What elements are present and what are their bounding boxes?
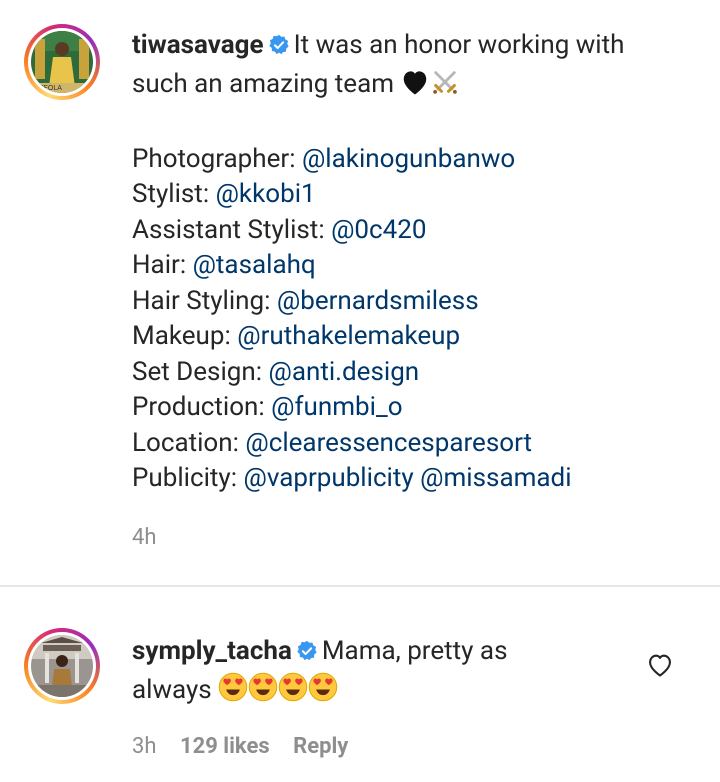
- svg-text:IFEOLA: IFEOLA: [37, 85, 62, 92]
- avatar-image: IFEOLA: [31, 31, 93, 93]
- comment-meta: 3h 129 likes Reply: [132, 734, 366, 759]
- credit-role: Hair Styling:: [132, 285, 271, 316]
- credit-line: Location: @clearessencesparesort: [132, 426, 692, 462]
- post-username[interactable]: tiwasavage: [132, 30, 264, 60]
- credit-role: Production:: [132, 392, 265, 422]
- credit-role: Assistant Stylist:: [132, 214, 325, 245]
- comment-timestamp: 3h: [132, 734, 157, 759]
- mention-link[interactable]: @funmbi_o: [271, 392, 402, 422]
- post-author-avatar[interactable]: IFEOLA: [24, 24, 100, 100]
- caption-second-line: such an amazing team: [132, 67, 692, 107]
- credit-line: Publicity: @vaprpublicity @missamadi: [132, 461, 692, 497]
- avatar-image: [31, 635, 93, 697]
- credit-line: Production: @funmbi_o: [132, 390, 692, 426]
- credit-line: Makeup: @ruthakelemakeup: [132, 319, 692, 355]
- credit-line: Stylist: @kkobi1: [132, 177, 692, 213]
- mention-link[interactable]: @vaprpublicity: [243, 463, 413, 493]
- mention-link[interactable]: @anti.design: [268, 357, 419, 387]
- mention-link[interactable]: @ruthakelemakeup: [237, 321, 460, 351]
- credit-line: Hair: @tasalahq: [132, 248, 692, 284]
- section-divider: [0, 585, 720, 587]
- reply-button[interactable]: Reply: [293, 734, 348, 759]
- heart-outline-icon: [649, 654, 671, 677]
- credit-line: Photographer: @lakinogunbanwo: [132, 142, 692, 178]
- credit-line: Hair Styling: @bernardsmiless: [132, 284, 692, 320]
- heart-eyes-emoji: [278, 672, 308, 712]
- comment-text-line1: Mama, pretty as: [321, 636, 508, 666]
- mention-link[interactable]: @0c420: [331, 215, 426, 245]
- comment-text-line2: always: [132, 675, 212, 705]
- verified-badge-icon: [296, 636, 318, 672]
- caption-first-line: tiwasavage It was an honor working with: [132, 28, 692, 67]
- credit-role: Location:: [132, 427, 239, 458]
- credit-line: Assistant Stylist: @0c420: [132, 213, 692, 249]
- verified-badge-icon: [268, 31, 290, 67]
- comment-likes[interactable]: 129 likes: [180, 734, 270, 759]
- credit-role: Stylist:: [132, 179, 210, 209]
- post-caption: tiwasavage It was an honor working with s…: [132, 28, 692, 497]
- comment-username[interactable]: symply_tacha: [132, 636, 292, 666]
- commenter-avatar[interactable]: [24, 628, 100, 704]
- like-comment-button[interactable]: [646, 652, 674, 678]
- mention-link[interactable]: @tasalahq: [193, 250, 316, 280]
- caption-text-line1: It was an honor working with: [293, 30, 625, 60]
- credit-role: Photographer:: [132, 143, 296, 174]
- credit-role: Publicity:: [132, 463, 238, 493]
- heart-eyes-emoji: [308, 672, 338, 712]
- mention-link[interactable]: @bernardsmiless: [277, 286, 479, 316]
- black-heart-icon: [400, 68, 430, 107]
- post-timestamp: 4h: [132, 525, 157, 550]
- crossed-swords-icon: [430, 68, 460, 107]
- credit-line: Set Design: @anti.design: [132, 355, 692, 391]
- credit-role: Makeup:: [132, 321, 231, 351]
- caption-text-line2: such an amazing team: [132, 68, 395, 99]
- credit-role: Hair:: [132, 250, 187, 280]
- credit-role: Set Design:: [132, 356, 263, 387]
- mention-link[interactable]: @missamadi: [420, 463, 571, 493]
- mention-link[interactable]: @lakinogunbanwo: [302, 144, 515, 174]
- mention-link[interactable]: @kkobi1: [216, 179, 316, 209]
- mention-link[interactable]: @clearessencesparesort: [245, 428, 532, 458]
- comment-body: symply_tacha Mama, pretty as always: [132, 633, 632, 712]
- heart-eyes-emoji: [248, 672, 278, 712]
- heart-eyes-emoji: [218, 672, 248, 712]
